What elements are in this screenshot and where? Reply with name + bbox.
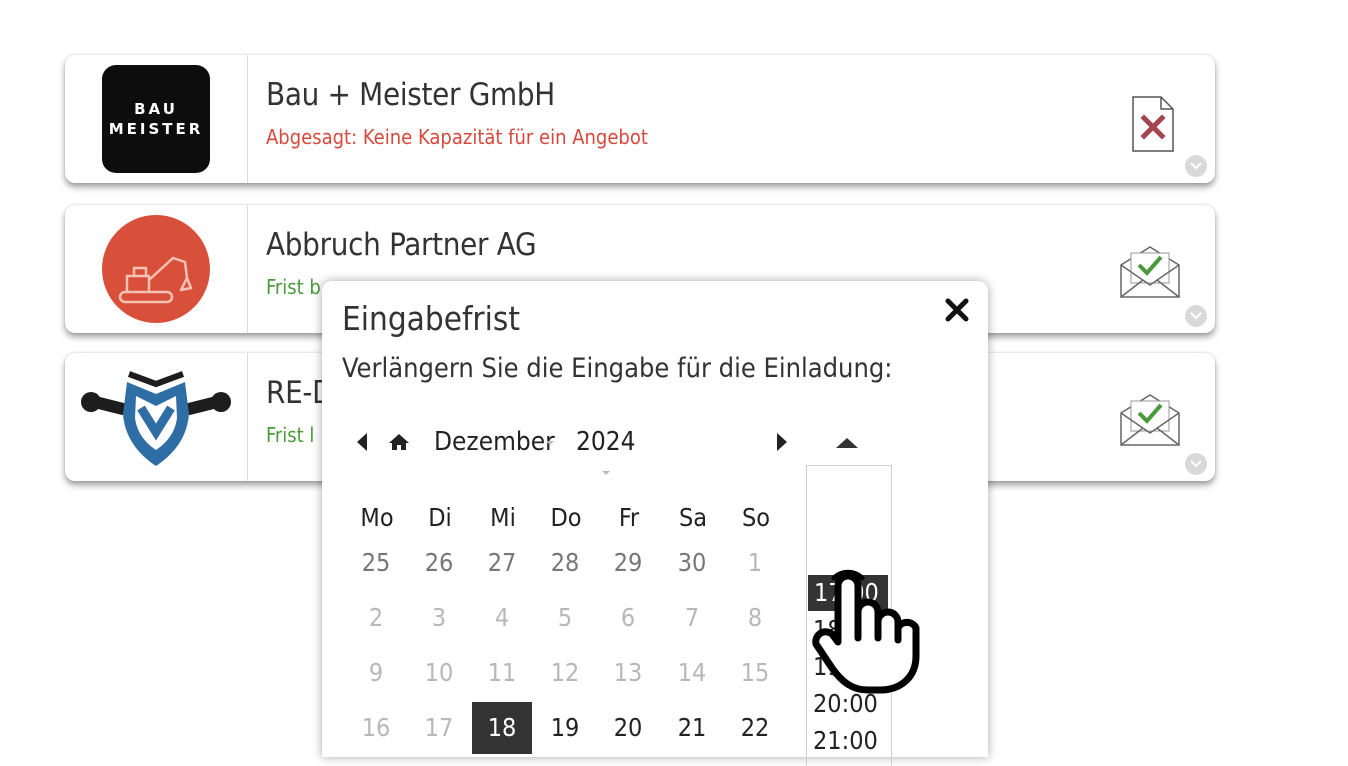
calendar-day[interactable]: 9 [346, 647, 406, 699]
calendar-day[interactable]: 21 [662, 702, 722, 754]
weekday-label: Fr [618, 503, 640, 532]
company-status: Abgesagt: Keine Kapazität für ein Angebo… [266, 125, 648, 149]
company-status: Frist l [266, 423, 315, 447]
year-caret-icon [602, 471, 610, 475]
bau-meister-logo: BAU MEISTER [102, 65, 210, 173]
prev-month-icon[interactable] [356, 433, 368, 455]
calendar-day[interactable]: 11 [472, 647, 532, 699]
calendar-day[interactable]: 2 [346, 592, 406, 644]
company-name: Bau + Meister GmbH [266, 77, 555, 113]
weekday-label: Sa [678, 503, 708, 532]
close-icon[interactable] [942, 295, 972, 325]
time-option[interactable]: 20:00 [807, 686, 891, 722]
time-option-selected[interactable]: 17:00 [808, 575, 888, 611]
company-name: Abbruch Partner AG [266, 227, 537, 263]
calendar-day[interactable]: 8 [725, 592, 785, 644]
calendar-day[interactable]: 16 [346, 702, 406, 754]
month-caret-icon [546, 441, 554, 445]
calendar-day[interactable]: 25 [346, 537, 406, 589]
weekday-label: Mi [490, 503, 516, 532]
calendar-day[interactable]: 27 [472, 537, 532, 589]
wrench-shield-logo-icon [81, 371, 231, 466]
calendar-day[interactable]: 1 [725, 537, 785, 589]
calendar-day[interactable]: 15 [725, 647, 785, 699]
expand-chevron-icon[interactable] [1185, 155, 1207, 177]
next-month-icon[interactable] [776, 433, 788, 455]
time-option[interactable]: 18:00 [807, 612, 891, 648]
calendar-day[interactable]: 4 [472, 592, 532, 644]
accepted-mail-icon[interactable] [1119, 245, 1181, 303]
company-status: Frist b [266, 275, 321, 299]
calendar-day[interactable]: 12 [535, 647, 595, 699]
weekday-label: Di [428, 503, 452, 532]
declined-doc-icon[interactable] [1131, 95, 1175, 157]
expand-chevron-icon[interactable] [1185, 453, 1207, 475]
calendar-day-selected[interactable]: 18 [472, 702, 532, 754]
calendar-day[interactable]: 19 [535, 702, 595, 754]
weekday-label: So [741, 503, 771, 532]
company-logo-box [65, 353, 248, 481]
calendar-day[interactable]: 7 [662, 592, 722, 644]
time-option[interactable]: 21:00 [807, 723, 891, 759]
excavator-logo-icon [102, 215, 210, 323]
accepted-mail-icon[interactable] [1119, 393, 1181, 451]
time-list[interactable]: 17:00 18:00 19:00 20:00 21:00 [806, 465, 892, 766]
calendar-day[interactable]: 17 [409, 702, 469, 754]
calendar-day[interactable]: 26 [409, 537, 469, 589]
deadline-modal: Eingabefrist Verlängern Sie die Eingabe … [322, 281, 988, 766]
expand-chevron-icon[interactable] [1185, 305, 1207, 327]
company-logo-box [65, 205, 248, 333]
weekday-label: Do [550, 503, 582, 532]
logo-text: BAU [134, 100, 178, 118]
weekday-label: Mo [360, 503, 394, 532]
calendar-day[interactable]: 6 [598, 592, 658, 644]
modal-title: Eingabefrist [342, 299, 520, 338]
calendar-day[interactable]: 20 [598, 702, 658, 754]
company-card-bau-meister[interactable]: BAU MEISTER Bau + Meister GmbH Abgesagt:… [65, 55, 1215, 183]
calendar-day[interactable]: 29 [598, 537, 658, 589]
time-scroll-up-icon[interactable] [836, 438, 858, 448]
month-select[interactable]: Dezember [434, 427, 555, 457]
calendar-day[interactable]: 3 [409, 592, 469, 644]
calendar-day[interactable]: 28 [535, 537, 595, 589]
calendar-day[interactable]: 30 [662, 537, 722, 589]
calendar-day[interactable]: 5 [535, 592, 595, 644]
company-logo-box: BAU MEISTER [65, 55, 248, 183]
logo-text: MEISTER [108, 120, 204, 138]
calendar-day[interactable]: 14 [662, 647, 722, 699]
year-select[interactable]: 2024 [576, 427, 636, 457]
calendar-day[interactable]: 13 [598, 647, 658, 699]
home-icon[interactable] [388, 433, 410, 455]
calendar-day[interactable]: 22 [725, 702, 785, 754]
calendar-day[interactable]: 10 [409, 647, 469, 699]
time-option[interactable]: 19:00 [807, 649, 891, 685]
modal-subtitle: Verlängern Sie die Eingabe für die Einla… [342, 353, 893, 384]
